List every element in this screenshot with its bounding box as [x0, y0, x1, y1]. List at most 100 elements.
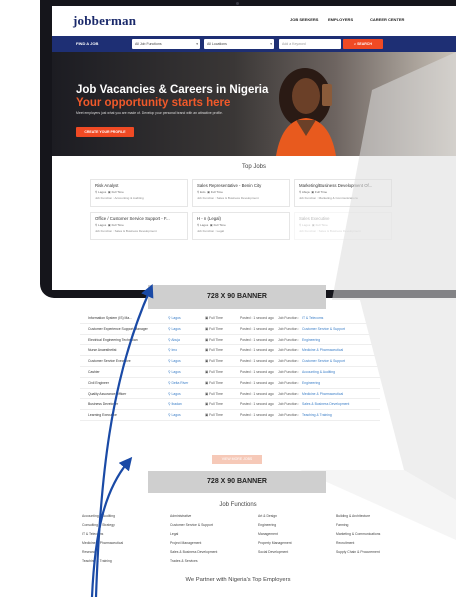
job-listing-table: Information System (IS) Ma... ⚲ Lagos ▣ Fu… [80, 313, 380, 421]
function-link[interactable]: Customer Service & Support [170, 523, 213, 527]
location-pin-icon: ⚲ Lagos [168, 326, 181, 331]
search-button[interactable]: ⌕ SEARCH [343, 39, 383, 49]
job-meta: ⚲ Lagos ▣ Full Time [95, 190, 124, 194]
table-row[interactable]: Information System (IS) Ma... ⚲ Lagos ▣ Fu… [80, 313, 380, 324]
function-link[interactable]: Recruitment [336, 541, 354, 545]
briefcase-icon: ▣ Full Time [205, 413, 223, 418]
function-link[interactable]: Property Management [258, 541, 292, 545]
location-pin-icon: ⚲ [299, 223, 302, 227]
function-link[interactable]: Teaching & Training [82, 559, 112, 563]
table-row[interactable]: Nurse Anaesthetist ⚲ Imo ▣ Full Time Posted… [80, 345, 380, 357]
location-pin-icon: ⚲ Abuja [168, 337, 180, 342]
partners-title: We Partner with Nigeria's Top Employers [185, 577, 291, 583]
function-link[interactable]: Marketing & Communications [336, 532, 380, 536]
keyword-input[interactable]: Add a Keyword [279, 39, 341, 49]
job-function-select[interactable]: All Job Functions ▾ [132, 39, 200, 49]
chevron-down-icon: ▾ [196, 42, 198, 46]
function-link[interactable]: Project Management [170, 541, 201, 545]
location-pin-icon: ⚲ [197, 223, 200, 227]
function-link[interactable]: Art & Design [258, 514, 277, 518]
function-link[interactable]: Legal [170, 532, 178, 536]
location-pin-icon: ⚲ Lagos [168, 316, 181, 320]
function-link[interactable]: Administrative [170, 514, 191, 518]
function-link[interactable]: Building & Architecture [336, 514, 370, 518]
hero-description: Meet employers just what you are made of… [76, 111, 223, 115]
view-more-jobs-button[interactable]: VIEW MORE JOBS [212, 455, 262, 464]
top-job-card[interactable]: H - n (Legal) ⚲ Lagos ▣ Full Time Job Fu… [192, 212, 290, 240]
hero-banner: Job Vacancies & Careers in Nigeria Your … [52, 52, 456, 156]
nav-employers[interactable]: EMPLOYERS [328, 17, 353, 22]
function-link[interactable]: Research [82, 550, 97, 554]
briefcase-icon: ▣ [207, 190, 210, 194]
create-profile-button[interactable]: CREATE YOUR PROFILE [76, 127, 134, 137]
briefcase-icon: ▣ Full Time [205, 369, 223, 374]
job-title: H - n (Legal) [197, 216, 221, 221]
location-pin-icon: ⚲ Lagos [168, 369, 181, 374]
briefcase-icon: ▣ Full Time [205, 359, 223, 364]
function-link[interactable]: Sales & Business Development [170, 550, 217, 554]
top-job-card[interactable]: Sales Representative - Benin City ⚲ Edo … [192, 179, 290, 207]
location-pin-icon: ⚲ [95, 223, 98, 227]
location-pin-icon: ⚲ Lagos [168, 359, 181, 364]
location-pin-icon: ⚲ Imo [168, 348, 178, 353]
top-jobs-title: Top Jobs [241, 164, 266, 170]
function-link[interactable]: Engineering [258, 523, 276, 527]
job-title: Office / Customer Service Support - F... [95, 216, 170, 221]
job-function: Job Function : Sales & Business Developm… [197, 196, 259, 200]
search-icon: ⌕ [354, 42, 357, 46]
location-pin-icon: ⚲ [299, 190, 302, 194]
find-a-job-label: FIND A JOB [76, 41, 99, 46]
function-link[interactable]: Consulting & Strategy [82, 523, 115, 527]
function-link[interactable]: Medicine & Pharmaceutical [82, 541, 123, 545]
function-link[interactable]: Supply Chain & Procurement [336, 550, 380, 554]
briefcase-icon: ▣ Full Time [205, 348, 223, 353]
laptop-screen: jobberman JOB SEEKERS EMPLOYERS CAREER C… [52, 6, 456, 290]
function-link[interactable]: Accounting & Auditing [82, 514, 115, 518]
briefcase-icon: ▣ Full Time [205, 316, 223, 320]
job-meta: ⚲ Abuja ▣ Full Time [299, 190, 328, 194]
top-job-card[interactable]: Risk Analyst ⚲ Lagos ▣ Full Time Job Fun… [90, 179, 188, 207]
table-row[interactable]: Cashier ⚲ Lagos ▣ Full Time Posted : 1 seco… [80, 367, 380, 378]
hero-title: Job Vacancies & Careers in Nigeria [76, 84, 269, 96]
job-function: Job Function : Sales & Business Developm… [299, 229, 361, 233]
function-link[interactable]: IT & Telecoms [82, 532, 103, 536]
table-row[interactable]: Learning Executive ⚲ Lagos ▣ Full Time Post… [80, 410, 380, 421]
job-meta: ⚲ Lagos ▣ Full Time [197, 223, 226, 227]
job-function: Job Function : Accounting & Auditing [95, 196, 144, 200]
function-link[interactable]: Trades & Services [170, 559, 198, 563]
briefcase-icon: ▣ [311, 190, 315, 194]
hero-woman-image [276, 68, 336, 156]
table-row[interactable]: Quality Assurance Officer ⚲ Lagos ▣ Full T… [80, 389, 380, 400]
job-function: Job Function : Sales & Business Developm… [95, 229, 157, 233]
location-select[interactable]: All Locations ▾ [204, 39, 274, 49]
ad-banner-bottom[interactable]: 728 X 90 BANNER [148, 471, 326, 493]
nav-job-seekers[interactable]: JOB SEEKERS [290, 17, 318, 22]
table-row[interactable]: Civil Engineer ⚲ Delta River ▣ Full Time Po… [80, 378, 380, 389]
function-link[interactable]: Social Development [258, 550, 288, 554]
page: { "header": { "logo": "jobberman", "nav"… [0, 0, 456, 597]
job-title: Marketing/Business Development Of... [299, 183, 373, 188]
location-pin-icon: ⚲ [95, 190, 98, 194]
job-meta: ⚲ Edo ▣ Full Time [197, 190, 223, 194]
table-row[interactable]: Customer Experience Support Manager ⚲ Lag… [80, 324, 380, 335]
briefcase-icon: ▣ Full Time [205, 391, 223, 396]
nav-career-center[interactable]: CAREER CENTER [370, 17, 404, 22]
top-job-card[interactable]: Sales Executive ⚲ Lagos ▣ Full Time Job … [294, 212, 392, 240]
table-row[interactable]: Customer Service Executive ⚲ Lagos ▣ Full … [80, 356, 380, 367]
location-pin-icon: ⚲ Lagos [168, 391, 181, 396]
hero-subtitle: Your opportunity starts here [76, 97, 231, 109]
top-job-card[interactable]: Marketing/Business Development Of... ⚲ A… [294, 179, 392, 207]
job-title: Sales Representative - Benin City [197, 183, 262, 188]
table-row[interactable]: Electrical Engineering Technician ⚲ Abuja… [80, 335, 380, 346]
briefcase-icon: ▣ Full Time [205, 326, 223, 331]
ad-banner-top[interactable]: 728 X 90 BANNER [148, 285, 326, 309]
briefcase-icon: ▣ [209, 223, 213, 227]
function-link[interactable]: Farming [336, 523, 348, 527]
location-value: All Locations [207, 42, 227, 46]
jobberman-logo[interactable]: jobberman [73, 13, 136, 29]
briefcase-icon: ▣ [311, 223, 315, 227]
top-job-card[interactable]: Office / Customer Service Support - F...… [90, 212, 188, 240]
function-link[interactable]: Management [258, 532, 278, 536]
table-row[interactable]: Business Developer ⚲ Ibadan ▣ Full Time Pos… [80, 399, 380, 411]
briefcase-icon: ▣ Full Time [205, 402, 223, 407]
